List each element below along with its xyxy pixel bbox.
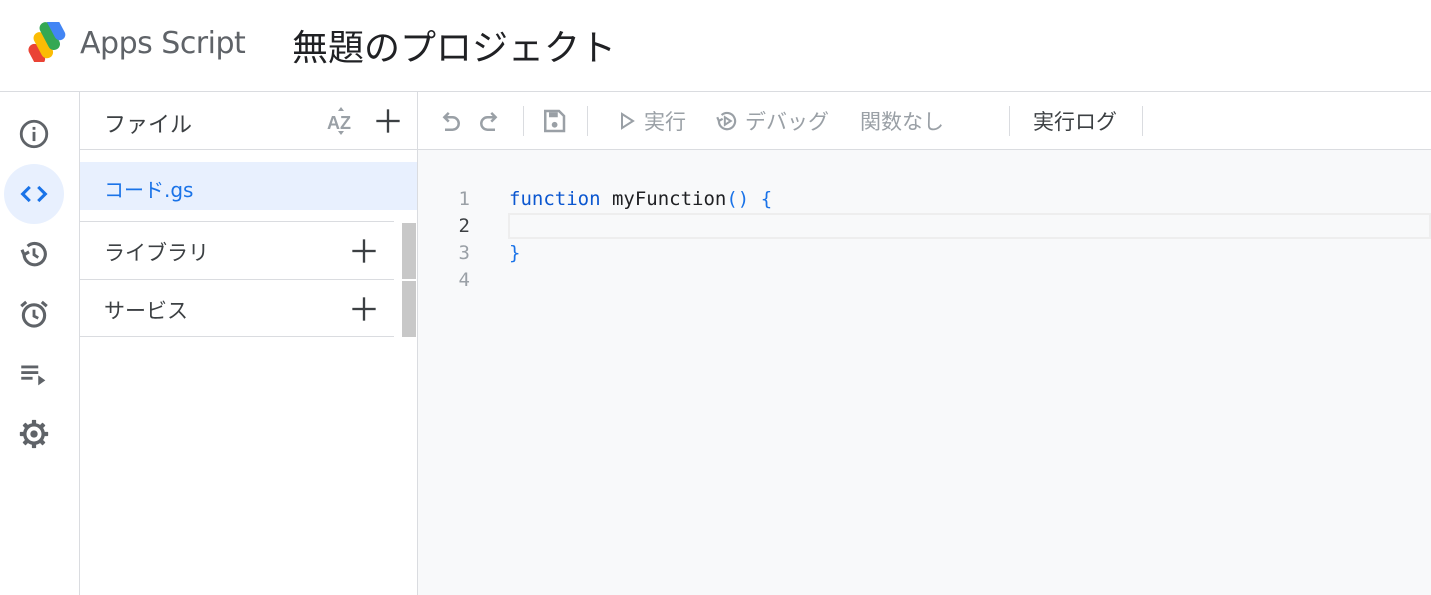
add-file-button[interactable] (371, 104, 405, 138)
file-name: コード.gs (104, 178, 194, 202)
svg-text:Z: Z (340, 113, 351, 133)
file-item-code-gs[interactable]: コード.gs (80, 162, 417, 210)
files-panel: ファイル A Z コード.gs ライブラリ サービス (80, 92, 418, 595)
code-keyword: function (509, 188, 601, 210)
overview-button[interactable] (4, 104, 64, 164)
redo-button[interactable] (475, 106, 505, 136)
function-select[interactable]: 関数なし (860, 106, 944, 136)
services-section: サービス (80, 279, 394, 337)
save-button[interactable] (539, 106, 569, 136)
code-open-brace: { (760, 188, 773, 210)
line-number: 1 (458, 188, 470, 210)
execution-log-button[interactable]: 実行ログ (1033, 106, 1117, 136)
debug-button-icon-wrap[interactable] (714, 108, 740, 138)
line-number: 2 (458, 215, 470, 237)
files-header: ファイル A Z (80, 92, 417, 150)
toolbar-divider (523, 106, 524, 136)
project-history-button[interactable] (4, 224, 64, 284)
alarm-clock-icon (20, 300, 48, 328)
toolbar-divider (587, 106, 588, 136)
toolbar-divider (1009, 106, 1010, 136)
services-label: サービス (104, 299, 188, 323)
triggers-button[interactable] (4, 284, 64, 344)
code-close-brace: } (509, 242, 521, 264)
plus-icon (352, 297, 376, 321)
left-rail (0, 92, 80, 595)
executions-button[interactable] (4, 344, 64, 404)
editor-toolbar: 実行 デバッグ 関数なし 実行ログ (418, 92, 1431, 150)
gear-icon (19, 419, 49, 449)
history-icon (20, 241, 47, 267)
current-line-highlight (508, 213, 1431, 239)
code-line-3[interactable]: } (509, 242, 520, 264)
debug-icon (716, 111, 737, 131)
libraries-label: ライブラリ (104, 241, 209, 265)
toolbar-divider (1142, 106, 1143, 136)
scrollbar-thumb[interactable] (402, 223, 416, 279)
code-parens: () (726, 188, 750, 210)
scrollbar-thumb[interactable] (402, 281, 416, 337)
files-title: ファイル (104, 113, 193, 138)
redo-icon (480, 111, 498, 131)
plus-icon (352, 239, 376, 263)
info-icon (19, 119, 49, 149)
plus-icon (376, 109, 400, 133)
svg-text:A: A (327, 113, 340, 133)
save-icon (544, 109, 566, 133)
run-button[interactable]: 実行 (644, 106, 686, 136)
add-service-button[interactable] (347, 292, 381, 326)
apps-script-logo[interactable] (20, 14, 70, 65)
project-settings-button[interactable] (4, 404, 64, 464)
code-editor[interactable]: 1 2 3 4 function myFunction() { } (418, 150, 1431, 595)
play-icon (621, 112, 635, 130)
app-name: Apps Script (80, 26, 246, 61)
code-line-1[interactable]: function myFunction() { (509, 188, 772, 210)
add-library-button[interactable] (347, 234, 381, 268)
libraries-section: ライブラリ (80, 221, 394, 279)
code-icon (20, 185, 48, 203)
line-number: 3 (458, 242, 470, 264)
debug-button[interactable]: デバッグ (745, 106, 829, 136)
project-title[interactable]: 無題のプロジェクト (292, 19, 616, 71)
sort-files-button[interactable]: A Z (324, 104, 358, 138)
line-number: 4 (458, 269, 470, 291)
sort-az-icon: A Z (327, 107, 351, 135)
code-function-name: myFunction (611, 188, 727, 210)
run-button-icon-wrap[interactable] (615, 108, 637, 138)
editor-button[interactable] (4, 164, 64, 224)
undo-button[interactable] (435, 106, 465, 136)
app-header: Apps Script 無題のプロジェクト (0, 0, 1431, 92)
executions-icon (21, 365, 46, 386)
undo-icon (442, 111, 460, 131)
